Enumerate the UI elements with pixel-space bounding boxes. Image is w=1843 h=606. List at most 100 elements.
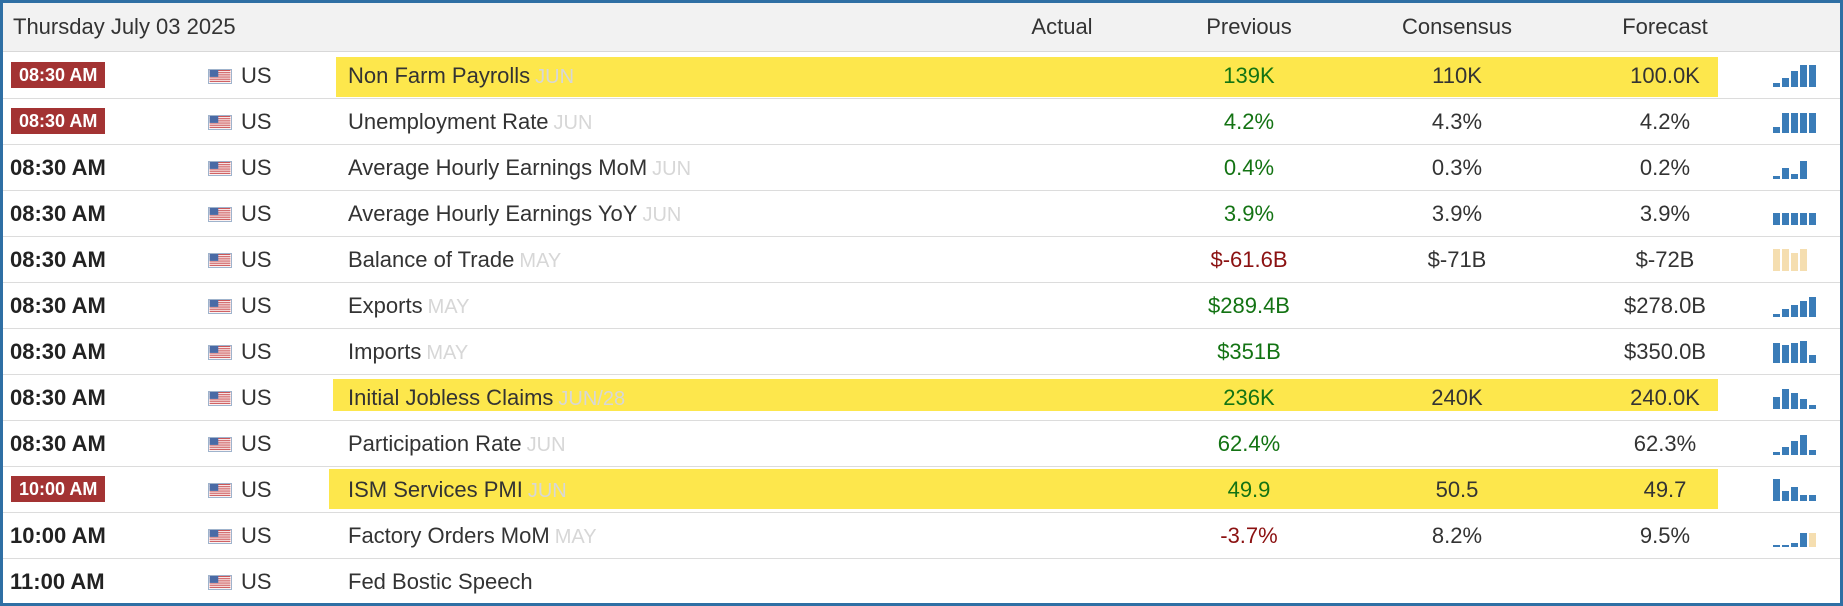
event-time: 08:30 AM <box>10 155 106 180</box>
event-time: 10:00 AM <box>11 476 106 502</box>
event-name[interactable]: Factory Orders MoM MAY <box>348 523 597 549</box>
previous-value: -3.7% <box>1220 523 1278 548</box>
bar-chart-icon[interactable] <box>1773 155 1817 181</box>
sparkline-bar <box>1773 213 1780 225</box>
event-reference-period: JUN <box>527 480 567 502</box>
sparkline-bar <box>1782 345 1789 363</box>
event-reference-period: MAY <box>426 342 469 364</box>
forecast-value: $-72B <box>1635 247 1695 272</box>
event-reference-period: JUN <box>652 158 692 180</box>
event-name[interactable]: ISM Services PMI JUN <box>348 477 567 503</box>
previous-value: $289.4B <box>1208 293 1290 318</box>
forecast-value: 62.3% <box>1633 431 1697 456</box>
column-header-previous[interactable]: Previous <box>1149 14 1349 40</box>
column-header-actual[interactable]: Actual <box>962 14 1162 40</box>
consensus-value: 3.9% <box>1431 201 1483 226</box>
sparkline-bar <box>1800 435 1807 455</box>
table-row[interactable]: 08:30 AM US Average Hourly Earnings YoY JUN… <box>3 191 1840 237</box>
sparkline-bar <box>1773 545 1780 547</box>
event-name-text[interactable]: ISM Services PMI <box>348 477 523 502</box>
us-flag-icon <box>208 69 232 84</box>
event-name[interactable]: Average Hourly Earnings MoM JUN <box>348 155 691 181</box>
event-time: 08:30 AM <box>11 108 106 134</box>
event-name-text[interactable]: Unemployment Rate <box>348 109 549 134</box>
event-name[interactable]: Non Farm Payrolls JUN <box>348 63 574 89</box>
table-row[interactable]: 08:30 AM US Imports MAY $351B $350.0B <box>3 329 1840 375</box>
sparkline-bar <box>1791 543 1798 547</box>
event-name-text[interactable]: Factory Orders MoM <box>348 523 550 548</box>
bar-chart-icon[interactable] <box>1773 293 1817 319</box>
sparkline-bar <box>1791 113 1798 133</box>
event-name[interactable]: Unemployment Rate JUN <box>348 109 592 135</box>
bar-chart-icon[interactable] <box>1773 201 1817 227</box>
us-flag-icon <box>208 161 232 176</box>
table-row[interactable]: 08:30 AM US Non Farm Payrolls JUN 139K 110K 10… <box>3 53 1840 99</box>
column-header-consensus[interactable]: Consensus <box>1357 14 1557 40</box>
sparkline-bar <box>1800 301 1807 317</box>
table-row[interactable]: 08:30 AM US Unemployment Rate JUN 4.2% 4.3% 4.… <box>3 99 1840 145</box>
event-name[interactable]: Fed Bostic Speech <box>348 569 533 595</box>
event-name-text[interactable]: Fed Bostic Speech <box>348 569 533 594</box>
event-name-text[interactable]: Participation Rate <box>348 431 522 456</box>
event-name[interactable]: Participation Rate JUN <box>348 431 566 457</box>
sparkline-bar <box>1782 447 1789 455</box>
event-name-text[interactable]: Initial Jobless Claims <box>348 385 553 410</box>
event-time: 08:30 AM <box>10 201 106 226</box>
forecast-value: $350.0B <box>1624 339 1706 364</box>
previous-value: $-61.6B <box>1210 247 1288 272</box>
event-name[interactable]: Exports MAY <box>348 293 469 319</box>
sparkline-bar <box>1782 309 1789 317</box>
calendar-date: Thursday July 03 2025 <box>13 14 236 39</box>
table-row[interactable]: 08:30 AM US Average Hourly Earnings MoM JUN… <box>3 145 1840 191</box>
bar-chart-icon[interactable] <box>1773 247 1817 273</box>
bar-chart-icon[interactable] <box>1773 523 1817 549</box>
sparkline-bar <box>1791 441 1798 455</box>
bar-chart-icon[interactable] <box>1773 339 1817 365</box>
event-name-text[interactable]: Average Hourly Earnings MoM <box>348 155 647 180</box>
forecast-value: 100.0K <box>1630 63 1700 88</box>
event-reference-period: JUN <box>526 434 566 456</box>
table-row[interactable]: 08:30 AM US Balance of Trade MAY $-61.6B $-71… <box>3 237 1840 283</box>
sparkline-bar <box>1782 389 1789 409</box>
column-header-forecast[interactable]: Forecast <box>1565 14 1765 40</box>
bar-chart-icon[interactable] <box>1773 477 1817 503</box>
sparkline-bar <box>1800 161 1807 179</box>
bar-chart-icon[interactable] <box>1773 63 1817 89</box>
sparkline-bar <box>1791 487 1798 501</box>
event-country: US <box>241 339 272 364</box>
event-name[interactable]: Imports MAY <box>348 339 468 365</box>
bar-chart-icon[interactable] <box>1773 109 1817 135</box>
event-name-text[interactable]: Average Hourly Earnings YoY <box>348 201 637 226</box>
sparkline-bar <box>1800 213 1807 225</box>
sparkline-bar <box>1782 249 1789 271</box>
table-row[interactable]: 10:00 AM US Factory Orders MoM MAY -3.7% 8.2%… <box>3 513 1840 559</box>
us-flag-icon <box>208 391 232 406</box>
table-row[interactable]: 08:30 AM US Initial Jobless Claims JUN/28 23… <box>3 375 1840 421</box>
table-row[interactable]: 10:00 AM US ISM Services PMI JUN 49.9 50.5 49.… <box>3 467 1840 513</box>
table-row[interactable]: 11:00 AM US Fed Bostic Speech <box>3 559 1840 603</box>
sparkline-bar <box>1791 253 1798 271</box>
event-name[interactable]: Average Hourly Earnings YoY JUN <box>348 201 681 227</box>
bar-chart-icon[interactable] <box>1773 431 1817 457</box>
event-name-text[interactable]: Exports <box>348 293 423 318</box>
event-time: 10:00 AM <box>10 523 106 548</box>
bar-chart-icon[interactable] <box>1773 385 1817 411</box>
table-row[interactable]: 08:30 AM US Participation Rate JUN 62.4% 62.3… <box>3 421 1840 467</box>
consensus-value: 4.3% <box>1431 109 1483 134</box>
sparkline-bar <box>1791 213 1798 225</box>
event-time: 08:30 AM <box>11 62 106 88</box>
sparkline-bar <box>1809 533 1816 547</box>
sparkline-bar <box>1773 83 1780 87</box>
sparkline-bar <box>1800 113 1807 133</box>
event-name-text[interactable]: Imports <box>348 339 421 364</box>
event-name-text[interactable]: Non Farm Payrolls <box>348 63 530 88</box>
event-country: US <box>241 109 272 134</box>
event-reference-period: MAY <box>554 526 597 548</box>
event-name-text[interactable]: Balance of Trade <box>348 247 514 272</box>
event-country: US <box>241 569 272 594</box>
table-row[interactable]: 08:30 AM US Exports MAY $289.4B $278.0B <box>3 283 1840 329</box>
event-name[interactable]: Initial Jobless Claims JUN/28 <box>348 385 625 411</box>
event-name[interactable]: Balance of Trade MAY <box>348 247 561 273</box>
event-reference-period: JUN/28 <box>558 388 626 410</box>
sparkline-bar <box>1809 355 1816 363</box>
